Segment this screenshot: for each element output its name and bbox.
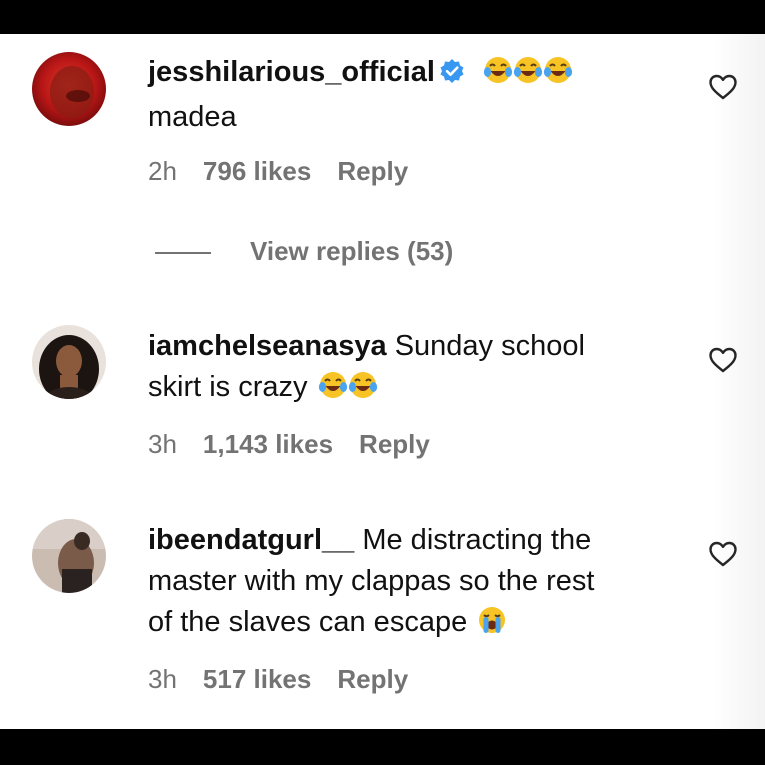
timestamp: 3h [148, 664, 177, 694]
heart-outline-icon[interactable] [707, 71, 739, 103]
replies-divider-line [155, 252, 211, 254]
comment-body: madea [148, 101, 237, 133]
emoji-group [483, 56, 573, 88]
reply-button[interactable]: Reply [337, 156, 408, 187]
comment-meta: 3h 517 likes Reply [148, 664, 408, 695]
emoji-group [318, 371, 378, 403]
comment-text: jesshilarious_official madea [148, 52, 683, 138]
reply-button[interactable]: Reply [337, 664, 408, 695]
verified-badge-icon [439, 55, 465, 96]
comment-meta: 3h 1,143 likes Reply [148, 429, 430, 460]
letterbox-top [0, 0, 765, 34]
timestamp: 2h [148, 156, 177, 186]
avatar[interactable] [32, 325, 106, 399]
tears-of-joy-emoji-icon [513, 55, 543, 97]
tears-of-joy-emoji-icon [348, 370, 378, 412]
comment-body-line-1: Sunday school [394, 330, 585, 362]
username[interactable]: jesshilarious_official [148, 56, 435, 88]
likes-count[interactable]: 517 likes [203, 664, 311, 695]
comment-body-line-3: of the slaves can escape [148, 606, 468, 638]
view-replies-label[interactable]: View replies (53) [250, 236, 453, 267]
comment-body-line-2: skirt is crazy [148, 371, 308, 403]
comment-text: ibeendatgurl__ Me distracting the master… [148, 520, 683, 647]
username[interactable]: iamchelseanasya [148, 330, 387, 362]
tears-of-joy-emoji-icon [543, 55, 573, 97]
tears-of-joy-emoji-icon [483, 55, 513, 97]
letterbox-bottom [0, 729, 765, 765]
tears-of-joy-emoji-icon [318, 370, 348, 412]
comment-text: iamchelseanasya Sunday school skirt is c… [148, 326, 683, 412]
username[interactable]: ibeendatgurl__ [148, 524, 354, 556]
heart-outline-icon[interactable] [707, 344, 739, 376]
timestamp: 3h [148, 429, 177, 459]
avatar[interactable] [32, 519, 106, 593]
likes-count[interactable]: 1,143 likes [203, 429, 333, 460]
reply-button[interactable]: Reply [359, 429, 430, 460]
likes-count[interactable]: 796 likes [203, 156, 311, 187]
heart-outline-icon[interactable] [707, 538, 739, 570]
comment-body-line-1: Me distracting the [362, 524, 592, 556]
comment-meta: 2h 796 likes Reply [148, 156, 408, 187]
avatar[interactable] [32, 52, 106, 126]
comment-body-line-2: master with my clappas so the rest [148, 565, 595, 597]
loudly-crying-emoji-icon [477, 605, 507, 647]
